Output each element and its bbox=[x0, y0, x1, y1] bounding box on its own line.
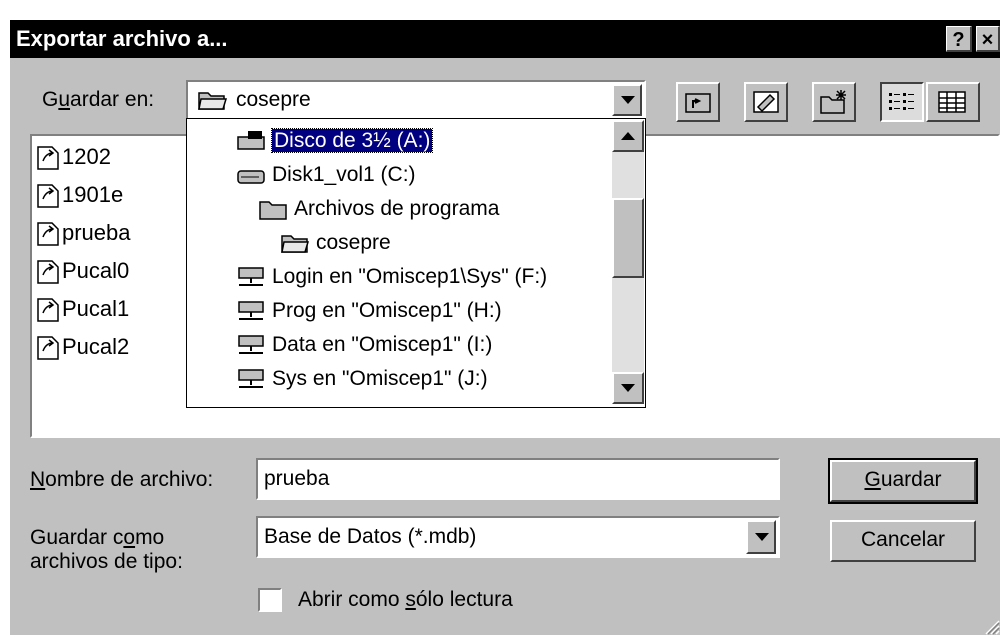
dropdown-scrollbar[interactable] bbox=[612, 120, 644, 404]
network-drive-icon bbox=[238, 301, 264, 321]
dropdown-item-label: Archivos de programa bbox=[294, 197, 500, 220]
dropdown-item[interactable]: Sys en "Omiscep1" (J:) bbox=[236, 362, 488, 396]
dropdown-item-label: Login en "Omiscep1\Sys" (F:) bbox=[272, 265, 548, 288]
file-name: 1901e bbox=[62, 182, 124, 207]
dropdown-item-label: cosepre bbox=[316, 231, 391, 254]
save-in-dropdown-button[interactable] bbox=[612, 84, 642, 116]
save-in-value: cosepre bbox=[236, 88, 311, 111]
desktop-button[interactable] bbox=[744, 82, 788, 122]
file-list-item[interactable]: 1202 bbox=[36, 144, 111, 178]
dropdown-item[interactable]: Login en "Omiscep1\Sys" (F:) bbox=[236, 260, 547, 294]
cancel-button-label: Cancelar bbox=[860, 528, 946, 551]
help-button[interactable]: ? bbox=[946, 26, 972, 52]
save-in-label: Guardar en: bbox=[42, 88, 155, 111]
details-view-icon bbox=[938, 91, 966, 113]
network-drive-icon bbox=[238, 369, 264, 389]
network-drive-icon bbox=[238, 335, 264, 355]
shortcut-file-icon bbox=[37, 146, 59, 170]
file-name: Pucal1 bbox=[62, 296, 130, 321]
filename-value: prueba bbox=[264, 467, 330, 490]
window-title: Exportar archivo a... bbox=[16, 26, 228, 51]
close-button[interactable]: × bbox=[976, 26, 1000, 52]
arrow-down-icon bbox=[621, 384, 635, 392]
filetype-combobox[interactable]: Base de Datos (*.mdb) bbox=[256, 516, 780, 558]
up-folder-icon bbox=[685, 93, 711, 113]
shortcut-file-icon bbox=[37, 222, 59, 246]
title-bar: Exportar archivo a... ? × bbox=[10, 20, 1000, 58]
folder-icon bbox=[259, 201, 287, 221]
file-list-item[interactable]: Pucal0 bbox=[36, 258, 129, 292]
save-button[interactable]: Guardar bbox=[828, 458, 978, 504]
dropdown-item-label: Disk1_vol1 (C:) bbox=[272, 163, 416, 186]
hard-drive-icon bbox=[237, 170, 265, 185]
size-grip-icon[interactable] bbox=[982, 617, 1000, 635]
network-drive-icon bbox=[238, 267, 264, 287]
dropdown-item-label: Prog en "Omiscep1" (H:) bbox=[272, 299, 502, 322]
arrow-up-icon bbox=[621, 132, 635, 140]
filename-label: Nombre de archivo: bbox=[30, 468, 214, 491]
readonly-checkbox[interactable] bbox=[258, 588, 282, 612]
dropdown-item[interactable]: Disk1_vol1 (C:) bbox=[236, 158, 416, 192]
dropdown-item[interactable]: Data en "Omiscep1" (I:) bbox=[236, 328, 492, 362]
readonly-label[interactable]: Abrir como sólo lectura bbox=[298, 588, 513, 612]
cancel-button[interactable]: Cancelar bbox=[830, 520, 976, 562]
save-in-combobox[interactable]: cosepre bbox=[186, 80, 646, 120]
shortcut-file-icon bbox=[37, 260, 59, 284]
new-folder-icon bbox=[820, 90, 846, 114]
dropdown-item[interactable]: Disco de 3½ (A:) bbox=[236, 124, 434, 158]
file-name: Pucal0 bbox=[62, 258, 130, 283]
filetype-label: Guardar como archivos de tipo: bbox=[30, 526, 183, 573]
scroll-thumb[interactable] bbox=[612, 198, 644, 278]
help-icon: ? bbox=[952, 29, 965, 51]
file-name: prueba bbox=[62, 220, 131, 245]
shortcut-file-icon bbox=[37, 184, 59, 208]
file-list-item[interactable]: Pucal1 bbox=[36, 296, 129, 330]
file-list-item[interactable]: 1901e bbox=[36, 182, 123, 216]
dropdown-item-label: Sys en "Omiscep1" (J:) bbox=[272, 367, 488, 390]
floppy-drive-icon bbox=[237, 131, 265, 151]
left-border bbox=[0, 58, 10, 635]
file-name: Pucal2 bbox=[62, 334, 130, 359]
dropdown-item-label: Disco de 3½ (A:) bbox=[270, 128, 434, 153]
open-folder-icon bbox=[198, 92, 228, 110]
file-list-item[interactable]: Pucal2 bbox=[36, 334, 129, 368]
desktop-icon bbox=[753, 91, 779, 113]
scroll-up-button[interactable] bbox=[612, 120, 644, 152]
filetype-value: Base de Datos (*.mdb) bbox=[264, 525, 477, 548]
details-view-button[interactable] bbox=[926, 82, 980, 122]
dropdown-item[interactable]: Prog en "Omiscep1" (H:) bbox=[236, 294, 502, 328]
close-icon: × bbox=[981, 29, 994, 51]
new-folder-button[interactable] bbox=[812, 82, 856, 122]
filetype-dropdown-button[interactable] bbox=[746, 520, 776, 554]
scroll-down-button[interactable] bbox=[612, 372, 644, 404]
file-list-item[interactable]: prueba bbox=[36, 220, 131, 254]
open-folder-icon bbox=[281, 235, 310, 254]
list-view-button[interactable] bbox=[880, 82, 924, 122]
dropdown-item[interactable]: Archivos de programa bbox=[258, 192, 499, 226]
filename-input[interactable]: prueba bbox=[256, 458, 780, 500]
dropdown-item[interactable]: cosepre bbox=[280, 226, 391, 260]
top-border bbox=[0, 0, 1000, 20]
shortcut-file-icon bbox=[37, 336, 59, 360]
dropdown-item-label: Data en "Omiscep1" (I:) bbox=[272, 333, 493, 356]
list-view-icon bbox=[889, 93, 914, 110]
file-name: 1202 bbox=[62, 144, 111, 169]
shortcut-file-icon bbox=[37, 298, 59, 322]
up-one-level-button[interactable] bbox=[676, 82, 720, 122]
